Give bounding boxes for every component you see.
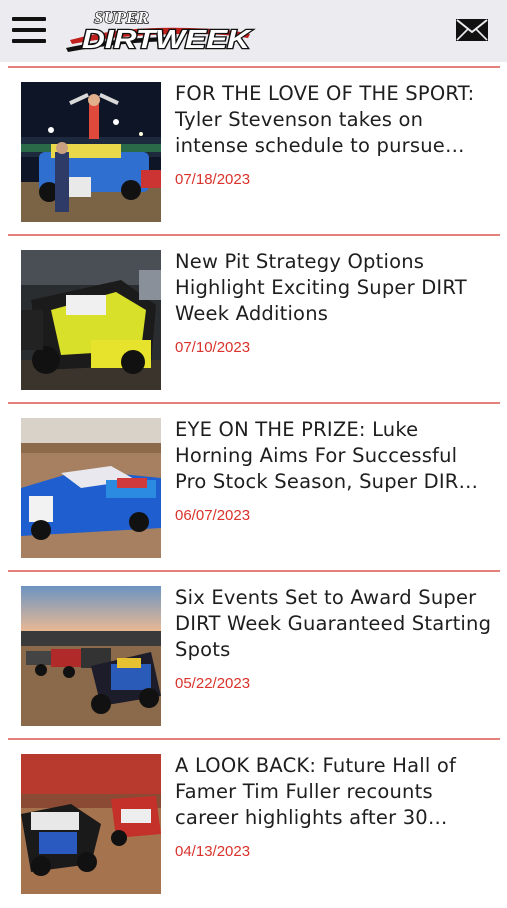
menu-bar (12, 17, 46, 21)
article-title[interactable]: FOR THE LOVE OF THE SPORT: Tyler Stevens… (175, 81, 495, 159)
article-item[interactable]: New Pit Strategy Options Highlight Excit… (0, 236, 507, 404)
article-date: 04/13/2023 (175, 843, 251, 860)
article-item[interactable]: FOR THE LOVE OF THE SPORT: Tyler Stevens… (0, 68, 507, 236)
article-date: 05/22/2023 (175, 675, 251, 692)
app-header: SUPER DIRTWEEK (0, 0, 507, 62)
article-date: 07/10/2023 (175, 339, 251, 356)
article-title[interactable]: EYE ON THE PRIZE: Luke Horning Aims For … (175, 417, 495, 495)
article-item[interactable]: A LOOK BACK: Future Hall of Famer Tim Fu… (0, 740, 507, 908)
article-date: 06/07/2023 (175, 507, 251, 524)
logo-text-dirtweek: DIRTWEEK (82, 24, 253, 54)
article-thumbnail[interactable] (21, 250, 161, 390)
article-thumbnail[interactable] (21, 586, 161, 726)
hamburger-menu-icon[interactable] (12, 16, 46, 44)
pit-area-car-photo (21, 250, 161, 390)
article-item[interactable]: Six Events Set to Award Super DIRT Week … (0, 572, 507, 740)
track-racing-photo (21, 754, 161, 894)
article-item[interactable]: EYE ON THE PRIZE: Luke Horning Aims For … (0, 404, 507, 572)
race-winner-photo (21, 82, 161, 222)
article-list: FOR THE LOVE OF THE SPORT: Tyler Stevens… (0, 68, 507, 908)
article-title[interactable]: A LOOK BACK: Future Hall of Famer Tim Fu… (175, 753, 495, 831)
article-thumbnail[interactable] (21, 754, 161, 894)
pro-stock-car-photo (21, 418, 161, 558)
article-thumbnail[interactable] (21, 82, 161, 222)
starting-grid-photo (21, 586, 161, 726)
article-title[interactable]: New Pit Strategy Options Highlight Excit… (175, 249, 495, 327)
envelope-icon[interactable] (455, 18, 489, 42)
menu-bar (12, 28, 46, 32)
menu-bar (12, 39, 46, 43)
article-date: 07/18/2023 (175, 171, 251, 188)
super-dirt-week-logo[interactable]: SUPER DIRTWEEK (60, 4, 256, 58)
article-title[interactable]: Six Events Set to Award Super DIRT Week … (175, 585, 495, 663)
article-thumbnail[interactable] (21, 418, 161, 558)
